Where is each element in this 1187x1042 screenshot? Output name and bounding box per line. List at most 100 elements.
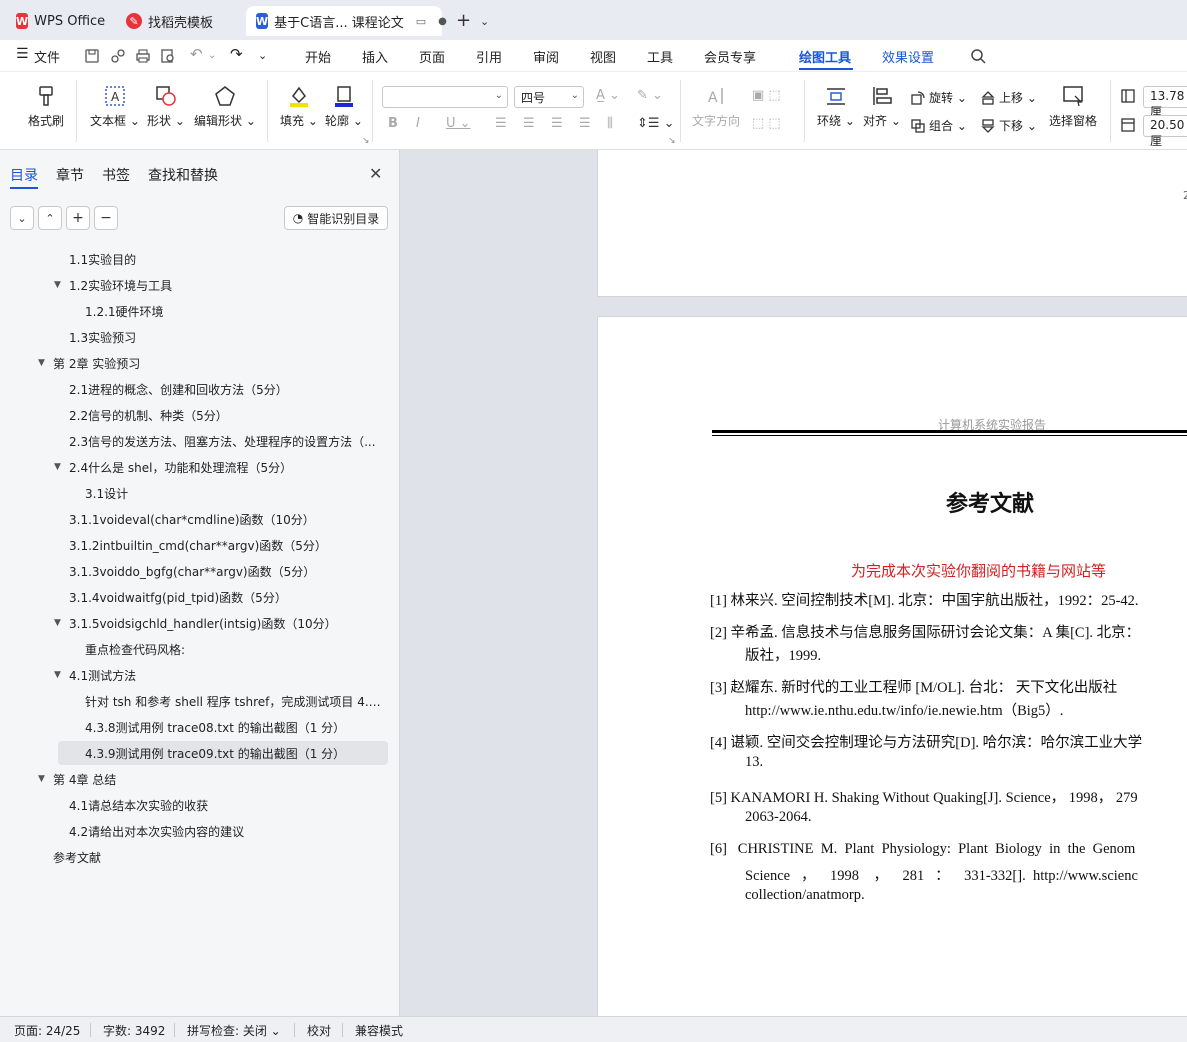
- window-icon[interactable]: ▭: [416, 15, 426, 28]
- undo-icon[interactable]: ↶: [190, 45, 203, 63]
- expand-triangle-icon[interactable]: ▼: [54, 670, 61, 680]
- toc-item[interactable]: 3.1.2intbuiltin_cmd(char**argv)函数（5分）: [0, 533, 390, 557]
- proofread-button[interactable]: 校对: [307, 1022, 331, 1039]
- group-button[interactable]: 组合 ⌄: [910, 117, 967, 134]
- toc-item[interactable]: 2.1进程的概念、创建和回收方法（5分）: [0, 377, 390, 401]
- page-indicator[interactable]: 页面: 24/25: [14, 1022, 80, 1039]
- text-direction-button[interactable]: A 文字方向: [692, 84, 740, 129]
- redo-icon[interactable]: ↷: [230, 45, 243, 63]
- line-spacing-icon[interactable]: ⇕☰ ⌄: [637, 116, 675, 131]
- rotate-button[interactable]: 旋转 ⌄: [910, 89, 967, 106]
- text-box-button[interactable]: A 文本框 ⌄: [90, 84, 140, 129]
- page-25[interactable]: 25: [597, 150, 1187, 297]
- chevron-down-icon[interactable]: ⌄: [208, 50, 216, 61]
- toc-item[interactable]: 1.2.1硬件环境: [0, 299, 390, 323]
- hamburger-icon[interactable]: ☰: [16, 46, 29, 62]
- remove-heading-button[interactable]: −: [94, 206, 118, 230]
- link-icon[interactable]: [110, 48, 126, 64]
- move-up-button[interactable]: 上移 ⌄: [980, 89, 1037, 106]
- new-tab-icon[interactable]: +: [456, 10, 471, 31]
- distribute-icon[interactable]: ⫼: [607, 116, 613, 131]
- expand-corner-icon[interactable]: ↘: [668, 136, 676, 146]
- format-painter-button[interactable]: 格式刷: [28, 84, 64, 129]
- tab-toc[interactable]: 目录: [10, 165, 38, 185]
- toc-item[interactable]: 3.1.3voiddo_bgfg(char**argv)函数（5分）: [0, 559, 390, 583]
- toc-item[interactable]: 4.3.8测试用例 trace08.txt 的输出截图（1 分）: [0, 715, 390, 739]
- align-center-icon[interactable]: ☰: [523, 116, 535, 131]
- menu-start[interactable]: 开始: [305, 47, 331, 66]
- print-icon[interactable]: [135, 48, 151, 64]
- page-26[interactable]: [597, 316, 1187, 1016]
- print-preview-icon[interactable]: [160, 48, 176, 64]
- toc-item[interactable]: 3.1设计: [0, 481, 390, 505]
- move-down-button[interactable]: 下移 ⌄: [980, 117, 1037, 134]
- toc-item[interactable]: 3.1.1voideval(char*cmdline)函数（10分）: [0, 507, 390, 531]
- expand-triangle-icon[interactable]: ▼: [38, 358, 45, 368]
- save-icon[interactable]: [84, 48, 100, 64]
- menu-review[interactable]: 审阅: [533, 47, 559, 66]
- text-box-align-icon[interactable]: ▣ ⬚: [752, 88, 781, 103]
- menu-page[interactable]: 页面: [419, 47, 445, 66]
- toc-item[interactable]: ▼ 1.2实验环境与工具: [0, 273, 390, 297]
- expand-corner-icon[interactable]: ↘: [362, 136, 370, 146]
- chevron-down-icon[interactable]: ⌄: [258, 49, 267, 62]
- bold-icon[interactable]: B: [388, 116, 398, 131]
- toc-item[interactable]: 4.3.9测试用例 trace09.txt 的输出截图（1 分）: [58, 741, 388, 765]
- outline-button[interactable]: 轮廓 ⌄: [325, 84, 363, 129]
- selection-pane-button[interactable]: 选择窗格: [1049, 84, 1097, 129]
- toc-item[interactable]: ▼ 第 2章 实验预习: [0, 351, 390, 375]
- collapse-up-button[interactable]: ⌃: [38, 206, 62, 230]
- chevron-down-icon[interactable]: ⌄: [480, 15, 489, 28]
- collapse-down-button[interactable]: ⌄: [10, 206, 34, 230]
- edit-shape-button[interactable]: 编辑形状 ⌄: [194, 84, 256, 129]
- smart-toc-button[interactable]: ◔ 智能识别目录: [284, 206, 388, 230]
- tab-find-replace[interactable]: 查找和替换: [148, 165, 218, 185]
- spell-check-toggle[interactable]: 拼写检查: 关闭 ⌄: [187, 1022, 281, 1039]
- width-input[interactable]: 20.50厘: [1143, 115, 1187, 148]
- toc-item[interactable]: ▼ 第 4章 总结: [0, 767, 390, 791]
- toc-item[interactable]: ▼ 2.4什么是 shel，功能和处理流程（5分）: [0, 455, 390, 479]
- wrap-button[interactable]: 环绕 ⌄: [817, 84, 855, 129]
- toc-item[interactable]: 4.1请总结本次实验的收获: [0, 793, 390, 817]
- height-input[interactable]: 13.78厘: [1143, 86, 1187, 119]
- unsaved-dot-icon[interactable]: ●: [438, 16, 447, 27]
- toc-item[interactable]: 1.1实验目的: [0, 247, 390, 271]
- menu-file[interactable]: 文件: [34, 47, 60, 66]
- fill-button[interactable]: 填充 ⌄: [280, 84, 318, 129]
- add-heading-button[interactable]: +: [66, 206, 90, 230]
- text-box-margin-icon[interactable]: ⬚ ⬚: [752, 116, 781, 131]
- search-icon[interactable]: [970, 48, 986, 64]
- tab-document[interactable]: W 基于C语言... 课程论文 ▭ ●: [246, 6, 447, 36]
- toc-item[interactable]: ▼ 3.1.5voidsigchld_handler(intsig)函数（10分）: [0, 611, 390, 635]
- tab-docer-templates[interactable]: ✎ 找稻壳模板: [116, 6, 240, 36]
- menu-view[interactable]: 视图: [590, 47, 616, 66]
- tab-wps-office[interactable]: W WPS Office: [6, 6, 110, 36]
- toc-item[interactable]: ▼ 4.1测试方法: [0, 663, 390, 687]
- menu-tools[interactable]: 工具: [647, 47, 673, 66]
- font-size-select[interactable]: 四号 ⌄: [514, 86, 584, 108]
- font-color-icon[interactable]: A̲ ⌄: [596, 88, 620, 103]
- toc-item[interactable]: 针对 tsh 和参考 shell 程序 tshref，完成测试项目 4.1 ..…: [0, 689, 390, 713]
- highlight-icon[interactable]: ✎ ⌄: [637, 88, 663, 103]
- menu-drawing-tools[interactable]: 绘图工具: [799, 47, 851, 66]
- menu-insert[interactable]: 插入: [362, 47, 388, 66]
- menu-member[interactable]: 会员专享: [704, 47, 756, 66]
- toc-item[interactable]: 2.2信号的机制、种类（5分）: [0, 403, 390, 427]
- align-right-icon[interactable]: ☰: [551, 116, 563, 131]
- expand-triangle-icon[interactable]: ▼: [54, 280, 61, 290]
- toc-item[interactable]: 2.3信号的发送方法、阻塞方法、处理程序的设置方法（...: [0, 429, 390, 453]
- align-left-icon[interactable]: ☰: [495, 116, 507, 131]
- align-button[interactable]: 对齐 ⌄: [863, 84, 901, 129]
- tab-bookmarks[interactable]: 书签: [102, 165, 130, 185]
- underline-icon[interactable]: U ⌄: [446, 116, 471, 131]
- menu-effects[interactable]: 效果设置: [882, 47, 934, 66]
- toc-item[interactable]: 重点检查代码风格:: [0, 637, 390, 661]
- justify-icon[interactable]: ☰: [579, 116, 591, 131]
- font-name-select[interactable]: ⌄: [382, 86, 508, 108]
- menu-reference[interactable]: 引用: [476, 47, 502, 66]
- tab-chapters[interactable]: 章节: [56, 165, 84, 185]
- shape-button[interactable]: 形状 ⌄: [147, 84, 185, 129]
- toc-item[interactable]: 参考文献: [0, 845, 390, 869]
- toc-item[interactable]: 4.2请给出对本次实验内容的建议: [0, 819, 390, 843]
- expand-triangle-icon[interactable]: ▼: [54, 618, 61, 628]
